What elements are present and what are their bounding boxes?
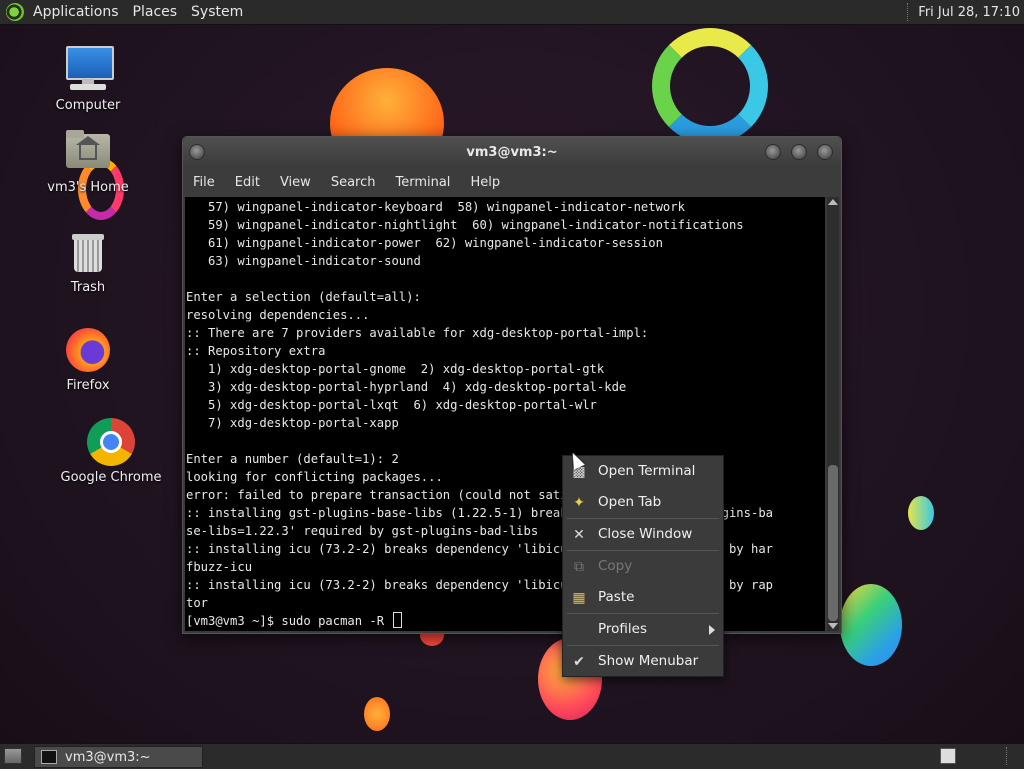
ctx-open-tab[interactable]: ✦ Open Tab [563, 487, 723, 518]
terminal-line: 63) wingpanel-indicator-sound [186, 254, 421, 268]
terminal-text: 57) wingpanel-indicator-keyboard 58) win… [185, 197, 825, 630]
terminal-scrollbar[interactable] [827, 197, 839, 631]
ctx-copy: ⧉ Copy [563, 551, 723, 582]
menu-help[interactable]: Help [460, 169, 510, 197]
desktop-icon-label: vm3's Home [47, 180, 129, 195]
ctx-item-label: Show Menubar [598, 653, 699, 669]
terminal-line: Enter a number (default=1): 2 [186, 452, 399, 466]
top-panel: Applications Places System Fri Jul 28, 1… [0, 0, 1024, 25]
terminal-line: Enter a selection (default=all): [186, 290, 421, 304]
terminal-output[interactable]: 57) wingpanel-indicator-keyboard 58) win… [185, 197, 825, 631]
ctx-item-label: Profiles [598, 621, 648, 637]
distro-logo-icon[interactable] [6, 3, 24, 21]
ctx-close-window[interactable]: ✕ Close Window [563, 519, 723, 550]
terminal-line: 61) wingpanel-indicator-power 62) wingpa… [186, 236, 663, 250]
desktop-icon-label: Firefox [66, 378, 110, 393]
system-menu[interactable]: System [184, 0, 250, 24]
desktop-icon-trash[interactable]: Trash [33, 228, 143, 295]
scroll-down-arrow-icon[interactable] [828, 623, 838, 629]
clock-area: Fri Jul 28, 17:10 [907, 0, 1024, 24]
paste-icon: ▦ [572, 590, 586, 606]
minimize-button[interactable] [765, 144, 781, 160]
desktop-icon-home[interactable]: vm3's Home [33, 128, 143, 195]
checkmark-icon: ✔ [573, 654, 585, 670]
desktop-icon-chrome[interactable]: Google Chrome [55, 418, 167, 485]
home-folder-icon [64, 128, 112, 176]
panel-separator [1006, 747, 1009, 765]
context-menu: ▩ Open Terminal ✦ Open Tab ✕ Close Windo… [562, 455, 724, 677]
desktop-icon-firefox[interactable]: Firefox [33, 326, 143, 393]
terminal-line: se-libs=1.22.3' required by gst-plugins-… [186, 524, 539, 538]
terminal-line: 59) wingpanel-indicator-nightlight 60) w… [186, 218, 744, 232]
ctx-item-label: Open Terminal [598, 463, 696, 479]
places-menu[interactable]: Places [126, 0, 185, 24]
ctx-item-label: Close Window [598, 526, 693, 542]
computer-icon [64, 46, 114, 94]
bottom-panel: vm3@vm3:~ [0, 743, 1024, 769]
terminal-line: resolving dependencies... [186, 308, 370, 322]
submenu-arrow-icon [709, 625, 715, 635]
terminal-line: tor [186, 596, 209, 610]
ctx-item-label: Paste [598, 589, 635, 605]
terminal-icon [41, 750, 57, 764]
terminal-window: vm3@vm3:~ File Edit View Search Terminal… [182, 136, 842, 634]
copy-icon: ⧉ [574, 559, 584, 575]
terminal-line: :: Repository extra [186, 344, 326, 358]
terminal-line: 3) xdg-desktop-portal-hyprland 4) xdg-de… [186, 380, 627, 394]
ctx-item-label: Open Tab [598, 494, 662, 510]
firefox-icon [64, 326, 112, 374]
maximize-button[interactable] [791, 144, 807, 160]
ctx-paste[interactable]: ▦ Paste [563, 582, 723, 613]
workspace-switcher[interactable] [940, 748, 956, 764]
terminal-line: 57) wingpanel-indicator-keyboard 58) win… [186, 200, 685, 214]
ctx-open-terminal[interactable]: ▩ Open Terminal [563, 456, 723, 487]
window-titlebar[interactable]: vm3@vm3:~ [183, 137, 841, 169]
wallpaper-small-orange [364, 697, 390, 731]
menu-view[interactable]: View [270, 169, 321, 197]
menu-file[interactable]: File [183, 169, 225, 197]
terminal-line: 7) xdg-desktop-portal-xapp [186, 416, 399, 430]
menu-search[interactable]: Search [321, 169, 386, 197]
chrome-icon [87, 418, 135, 466]
terminal-line: fbuzz-icu [186, 560, 253, 574]
desktop-icon-computer[interactable]: Computer [33, 46, 143, 113]
terminal-line: looking for conflicting packages... [186, 470, 443, 484]
window-title: vm3@vm3:~ [466, 145, 558, 160]
clock[interactable]: Fri Jul 28, 17:10 [918, 5, 1024, 20]
scroll-up-arrow-icon[interactable] [828, 199, 838, 205]
close-button[interactable] [817, 144, 833, 160]
terminal-line: 1) xdg-desktop-portal-gnome 2) xdg-deskt… [186, 362, 605, 376]
terminal-line: 5) xdg-desktop-portal-lxqt 6) xdg-deskto… [186, 398, 597, 412]
close-icon: ✕ [573, 527, 585, 543]
text-cursor [393, 612, 403, 628]
terminal-menubar: File Edit View Search Terminal Help [183, 169, 841, 197]
applications-menu[interactable]: Applications [26, 0, 126, 24]
ctx-profiles[interactable]: Profiles [563, 614, 723, 645]
menu-edit[interactable]: Edit [225, 169, 270, 197]
wallpaper-cyan-blob [840, 584, 902, 666]
desktop-icon-label: Trash [70, 280, 106, 295]
wallpaper-small-cyan [908, 496, 934, 530]
panel-separator [907, 3, 910, 21]
terminal-prompt: [vm3@vm3 ~]$ sudo pacman -R [186, 614, 392, 628]
menu-terminal[interactable]: Terminal [385, 169, 460, 197]
trash-icon [64, 228, 112, 276]
taskbar-button-terminal[interactable]: vm3@vm3:~ [34, 746, 203, 768]
desktop-icon-label: Google Chrome [60, 470, 162, 485]
ctx-item-label: Copy [598, 558, 633, 574]
ctx-show-menubar[interactable]: ✔ Show Menubar [563, 646, 723, 677]
new-tab-icon: ✦ [573, 495, 585, 511]
desktop-icon-label: Computer [55, 98, 121, 113]
scrollbar-thumb[interactable] [828, 465, 838, 621]
taskbar-label: vm3@vm3:~ [65, 749, 151, 765]
terminal-line: :: There are 7 providers available for x… [186, 326, 649, 340]
show-desktop-icon[interactable] [4, 748, 22, 764]
wallpaper-green-ring [652, 28, 768, 144]
